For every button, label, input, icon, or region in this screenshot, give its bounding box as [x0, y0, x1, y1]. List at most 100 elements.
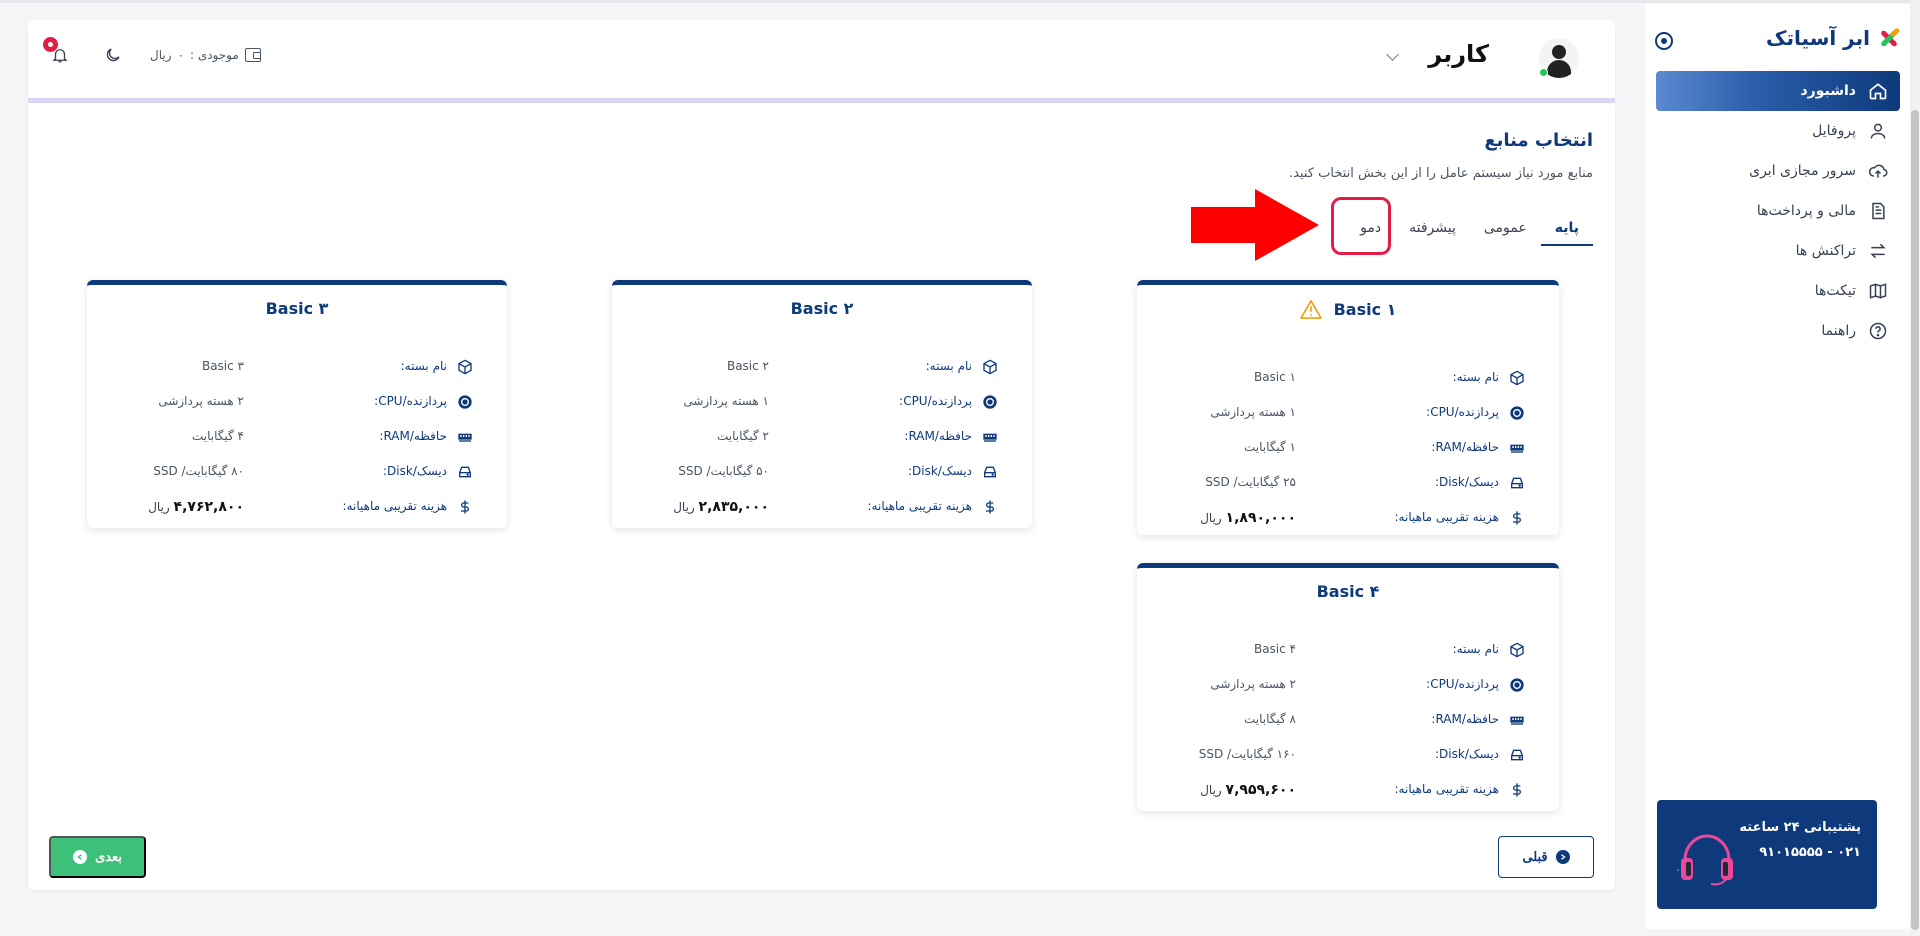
brand-logo-icon [1878, 27, 1901, 49]
wallet-icon [244, 48, 261, 62]
cpu-icon [983, 395, 997, 409]
spec-row-cpu: پردازنده/CPU: ۲ هسته پردازشی [1137, 674, 1559, 696]
spec-row-package: نام بسته: Basic ۴ [1137, 639, 1559, 661]
disk-icon [984, 466, 996, 478]
spec-row-package: نام بسته: Basic ۱ [1137, 367, 1559, 389]
ram-icon [1510, 716, 1524, 725]
dollar-icon [1513, 783, 1521, 797]
package-card-basic-4[interactable]: Basic ۴ نام بسته: Basic ۴ پردازنده/CPU: … [1137, 563, 1559, 811]
spec-row-cpu: پردازنده/CPU: ۱ هسته پردازشی [1137, 402, 1559, 424]
arrow-left-circle-icon [73, 850, 88, 864]
next-button[interactable]: بعدی [49, 836, 146, 878]
balance-unit: ریال [150, 48, 172, 62]
support-box[interactable]: پشتیبانی ۲۴ ساعته ۰۲۱ - ۹۱۰۱۵۵۵۵ [1657, 800, 1877, 909]
spec-row-ram: حافظه/RAM: ۲ گیگابایت [612, 426, 1032, 448]
top-border [0, 0, 1920, 3]
brand-name: ابر آسیاتک [1766, 26, 1870, 50]
spec-row-cost: هزینه تقریبی ماهیانه: ۲,۸۳۵,۰۰۰ ریال [612, 496, 1032, 518]
spec-row-cpu: پردازنده/CPU: ۱ هسته پردازشی [612, 391, 1032, 413]
spec-row-disk: دیسک/Disk: ۱۶۰ گیگابایت/ SSD [1137, 744, 1559, 766]
package-card-basic-2[interactable]: Basic ۲ نام بسته: Basic ۲ پردازنده/CPU: … [612, 280, 1032, 528]
sidebar-item-dashboard[interactable]: داشبورد [1656, 71, 1900, 111]
box-icon [1510, 370, 1524, 386]
disk-icon [1511, 477, 1523, 489]
page-title: انتخاب منابع [1484, 130, 1593, 151]
user-name[interactable]: کاربر [1428, 40, 1489, 68]
spec-row-cost: هزینه تقریبی ماهیانه: ۴,۷۶۲,۸۰۰ ریال [87, 496, 507, 518]
spec-row-cpu: پردازنده/CPU: ۲ هسته پردازشی [87, 391, 507, 413]
ram-icon [1510, 444, 1524, 453]
card-title: Basic ۲ [790, 299, 854, 318]
page-description: منابع مورد نیاز سیستم عامل را از این بخش… [1289, 166, 1593, 181]
sidebar-item-cloud-server[interactable]: سرور مجازی ابری [1656, 151, 1900, 191]
sidebar-item-label: داشبورد [1800, 83, 1857, 99]
sidebar-item-finance[interactable]: مالی و پرداخت‌ها [1656, 191, 1900, 231]
sidebar-item-label: مالی و پرداخت‌ها [1756, 203, 1856, 219]
scrollbar-thumb[interactable] [1911, 110, 1919, 930]
tab-advanced[interactable]: پیشرفته [1395, 210, 1470, 246]
demo-tab-highlight [1331, 197, 1391, 255]
spec-row-package: نام بسته: Basic ۳ [87, 356, 507, 378]
sidebar-item-profile[interactable]: پروفایل [1656, 111, 1900, 151]
spec-row-ram: حافظه/RAM: ۸ گیگابایت [1137, 709, 1559, 731]
sidebar-item-label: سرور مجازی ابری [1749, 163, 1856, 179]
dollar-icon [986, 500, 994, 514]
warning-icon [1299, 300, 1322, 319]
spec-row-cost: هزینه تقریبی ماهیانه: ۱,۸۹۰,۰۰۰ ریال [1137, 507, 1559, 529]
box-icon [1510, 642, 1524, 658]
card-title: Basic ۳ [265, 299, 329, 318]
card-cost: ۷,۹۵۹,۶۰۰ [1225, 782, 1296, 798]
dollar-icon [1513, 511, 1521, 525]
next-label: بعدی [95, 849, 122, 864]
sidebar-menu: داشبورد پروفایل سرور مجازی ابری مالی و پ… [1656, 71, 1900, 351]
spec-row-package: نام بسته: Basic ۲ [612, 356, 1032, 378]
spec-row-disk: دیسک/Disk: ۵۰ گیگابایت/ SSD [612, 461, 1032, 483]
sidebar: ابر آسیاتک داشبورد پروفایل سرور مجازی اب… [1645, 4, 1910, 929]
box-icon [458, 359, 472, 375]
sidebar-item-tickets[interactable]: تیکت‌ها [1656, 271, 1900, 311]
wallet-balance: موجودی : ۰ ریال [150, 48, 261, 62]
tab-basic[interactable]: پایه [1540, 210, 1593, 246]
notification-badge [43, 37, 58, 52]
sidebar-item-label: پروفایل [1812, 123, 1856, 139]
balance-label: موجودی : [189, 48, 239, 62]
previous-label: قبلی [1522, 849, 1548, 864]
moon-icon[interactable] [104, 46, 122, 64]
red-arrow-icon [1191, 189, 1319, 261]
sidebar-item-label: تیکت‌ها [1814, 283, 1856, 299]
user-icon [1868, 121, 1888, 141]
top-header: کاربر موجودی : ۰ ریال [28, 20, 1615, 103]
map-icon [1868, 281, 1888, 301]
arrows-exchange-icon [1868, 241, 1888, 261]
sidebar-item-help[interactable]: راهنما [1656, 311, 1900, 351]
balance-value: ۰ [177, 48, 184, 62]
cpu-icon [1510, 406, 1524, 420]
arrow-right-circle-icon [1555, 850, 1570, 864]
home-icon [1868, 81, 1888, 101]
box-icon [983, 359, 997, 375]
sidebar-toggle-icon[interactable] [1655, 32, 1673, 50]
disk-icon [459, 466, 471, 478]
tab-general[interactable]: عمومی [1470, 210, 1541, 246]
card-title: Basic ۱ [1333, 299, 1397, 319]
page-scrollbar[interactable] [1910, 0, 1920, 936]
disk-icon [1511, 749, 1523, 761]
previous-button[interactable]: قبلی [1498, 836, 1594, 878]
help-icon [1868, 321, 1888, 341]
spec-row-cost: هزینه تقریبی ماهیانه: ۷,۹۵۹,۶۰۰ ریال [1137, 779, 1559, 801]
card-cost: ۱,۸۹۰,۰۰۰ [1225, 510, 1296, 526]
brand[interactable]: ابر آسیاتک [1766, 26, 1901, 50]
package-card-basic-3[interactable]: Basic ۳ نام بسته: Basic ۳ پردازنده/CPU: … [87, 280, 507, 528]
cloud-upload-icon [1868, 161, 1888, 181]
chevron-down-icon[interactable] [1386, 48, 1399, 61]
spec-row-ram: حافظه/RAM: ۱ گیگابایت [1137, 437, 1559, 459]
cpu-icon [1510, 678, 1524, 692]
online-status-icon [1539, 68, 1548, 77]
sidebar-item-label: تراکنش ها [1795, 243, 1856, 259]
spec-row-ram: حافظه/RAM: ۴ گیگابایت [87, 426, 507, 448]
sidebar-item-transactions[interactable]: تراکنش ها [1656, 231, 1900, 271]
package-card-basic-1[interactable]: Basic ۱ نام بسته: Basic ۱ پردازنده/CPU: … [1137, 280, 1559, 535]
cpu-icon [458, 395, 472, 409]
sidebar-item-label: راهنما [1821, 323, 1856, 339]
spec-row-disk: دیسک/Disk: ۲۵ گیگابایت/ SSD [1137, 472, 1559, 494]
